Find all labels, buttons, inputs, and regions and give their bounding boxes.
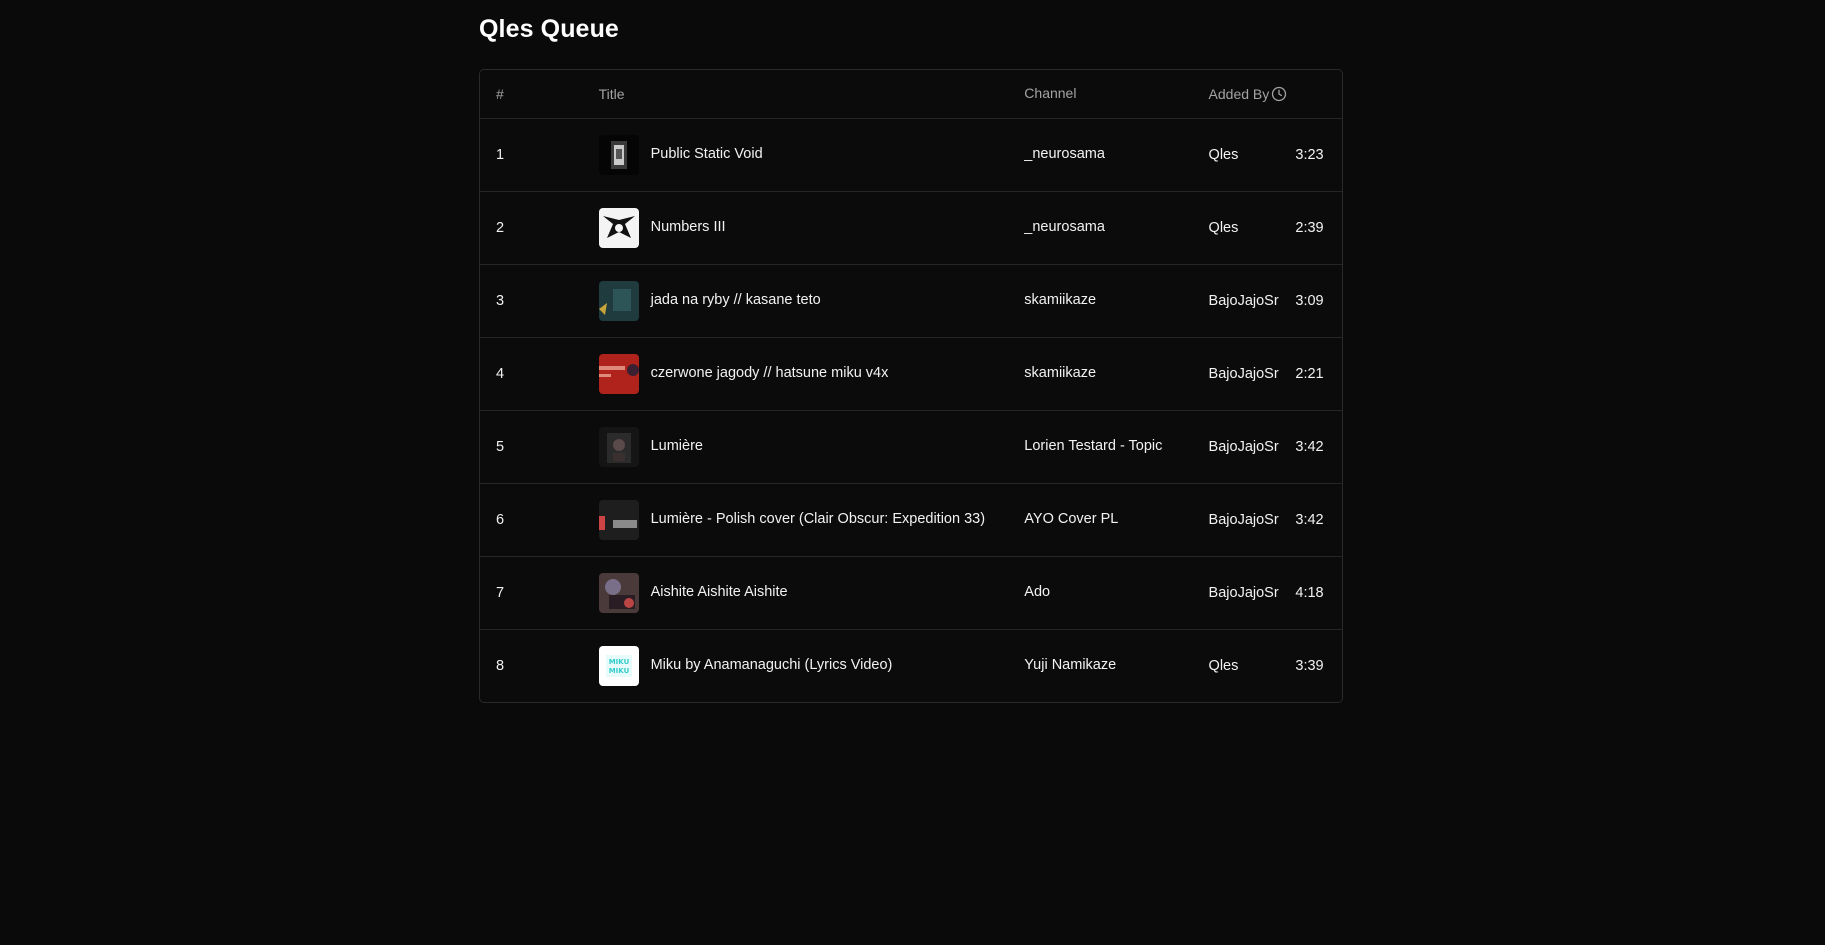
track-added-by: Qles	[1208, 657, 1239, 674]
table-row[interactable]: 4 czerwone jagody // hatsune miku v4x sk…	[480, 337, 1342, 410]
track-title-cell: Lumière - Polish cover (Clair Obscur: Ex…	[598, 499, 1025, 540]
queue-rows: 1 Public Static Void _neurosama Qles 3:2…	[480, 118, 1342, 702]
queue-page: Qles Queue # Title Channel Added By 1 Pu…	[479, 0, 1343, 703]
track-thumbnail	[598, 280, 639, 321]
track-added-by: BajoJajoSr	[1208, 584, 1279, 601]
track-added-by: BajoJajoSr	[1208, 511, 1279, 528]
table-row[interactable]: 2 Numbers III _neurosama Qles 2:39	[480, 191, 1342, 264]
track-channel: _neurosama	[1024, 219, 1105, 235]
track-title: czerwone jagody // hatsune miku v4x	[650, 365, 889, 381]
track-channel: skamiikaze	[1024, 365, 1097, 381]
track-added-by: BajoJajoSr	[1208, 365, 1279, 382]
header-title: Title	[598, 85, 625, 102]
track-added-by: BajoJajoSr	[1208, 292, 1279, 309]
track-duration: 3:09	[1295, 292, 1324, 309]
queue-table: # Title Channel Added By 1 Public Static…	[479, 69, 1343, 703]
track-title: Miku by Anamanaguchi (Lyrics Video)	[650, 657, 893, 674]
header-number: #	[496, 85, 504, 102]
track-title-cell: MIKU MIKU Miku by Anamanaguchi (Lyrics Vi…	[598, 645, 1025, 686]
svg-text:MIKU: MIKU	[608, 667, 629, 675]
track-thumbnail: MIKU MIKU	[598, 645, 639, 686]
track-thumbnail	[598, 207, 639, 248]
track-title-cell: Aishite Aishite Aishite	[598, 572, 1025, 613]
table-row[interactable]: 7 Aishite Aishite Aishite Ado BajoJajoSr…	[480, 556, 1342, 629]
track-added-by: BajoJajoSr	[1208, 438, 1279, 455]
track-number: 5	[496, 438, 505, 455]
track-title-cell: Lumière	[598, 426, 1025, 467]
track-duration: 3:23	[1295, 146, 1324, 163]
track-thumbnail	[598, 572, 639, 613]
table-row[interactable]: 5 Lumière Lorien Testard - Topic BajoJaj…	[480, 410, 1342, 483]
track-duration: 2:21	[1295, 365, 1324, 382]
track-number: 1	[496, 146, 505, 163]
table-row[interactable]: 3 jada na ryby // kasane teto skamiikaze…	[480, 264, 1342, 337]
track-title-cell: Numbers III	[598, 207, 1025, 248]
track-number: 3	[496, 292, 505, 309]
track-channel: _neurosama	[1024, 146, 1105, 162]
track-title-cell: czerwone jagody // hatsune miku v4x	[598, 353, 1025, 394]
header-channel: Channel	[1024, 85, 1077, 102]
page-title: Qles Queue	[479, 15, 619, 43]
track-title: Lumière - Polish cover (Clair Obscur: Ex…	[650, 511, 986, 527]
track-duration: 2:39	[1295, 219, 1324, 236]
track-number: 7	[496, 584, 505, 601]
track-channel: AYO Cover PL	[1024, 511, 1119, 527]
track-number: 6	[496, 511, 505, 528]
track-channel: Ado	[1024, 584, 1051, 600]
header-duration	[1272, 70, 1342, 118]
track-channel: Lorien Testard - Topic	[1024, 438, 1163, 454]
track-number: 4	[496, 365, 505, 382]
clock-icon	[1271, 86, 1287, 102]
track-thumbnail	[598, 134, 639, 175]
table-row[interactable]: 8 MIKU MIKU Miku by Anamanaguchi (Lyrics …	[480, 629, 1342, 702]
track-duration: 4:18	[1295, 584, 1324, 601]
track-thumbnail	[598, 353, 639, 394]
track-title-cell: Public Static Void	[598, 134, 1025, 175]
track-title: Numbers III	[650, 219, 726, 235]
track-added-by: Qles	[1208, 219, 1239, 236]
track-title: jada na ryby // kasane teto	[650, 292, 821, 308]
table-row[interactable]: 6 Lumière - Polish cover (Clair Obscur: …	[480, 483, 1342, 556]
track-added-by: Qles	[1208, 146, 1239, 163]
track-title: Public Static Void	[650, 146, 763, 162]
track-thumbnail	[598, 426, 639, 467]
track-number: 8	[496, 657, 505, 674]
track-title-cell: jada na ryby // kasane teto	[598, 280, 1025, 321]
track-duration: 3:42	[1295, 511, 1324, 528]
track-duration: 3:39	[1295, 657, 1324, 674]
track-title: Lumière	[650, 438, 703, 454]
track-duration: 3:42	[1295, 438, 1324, 455]
table-header-row: # Title Channel Added By	[480, 70, 1342, 118]
table-row[interactable]: 1 Public Static Void _neurosama Qles 3:2…	[480, 118, 1342, 191]
track-number: 2	[496, 219, 505, 236]
track-channel: Yuji Namikaze	[1024, 657, 1117, 674]
track-channel: skamiikaze	[1024, 292, 1097, 308]
track-thumbnail	[598, 499, 639, 540]
svg-text:MIKU: MIKU	[608, 658, 629, 666]
track-title: Aishite Aishite Aishite	[650, 584, 788, 600]
